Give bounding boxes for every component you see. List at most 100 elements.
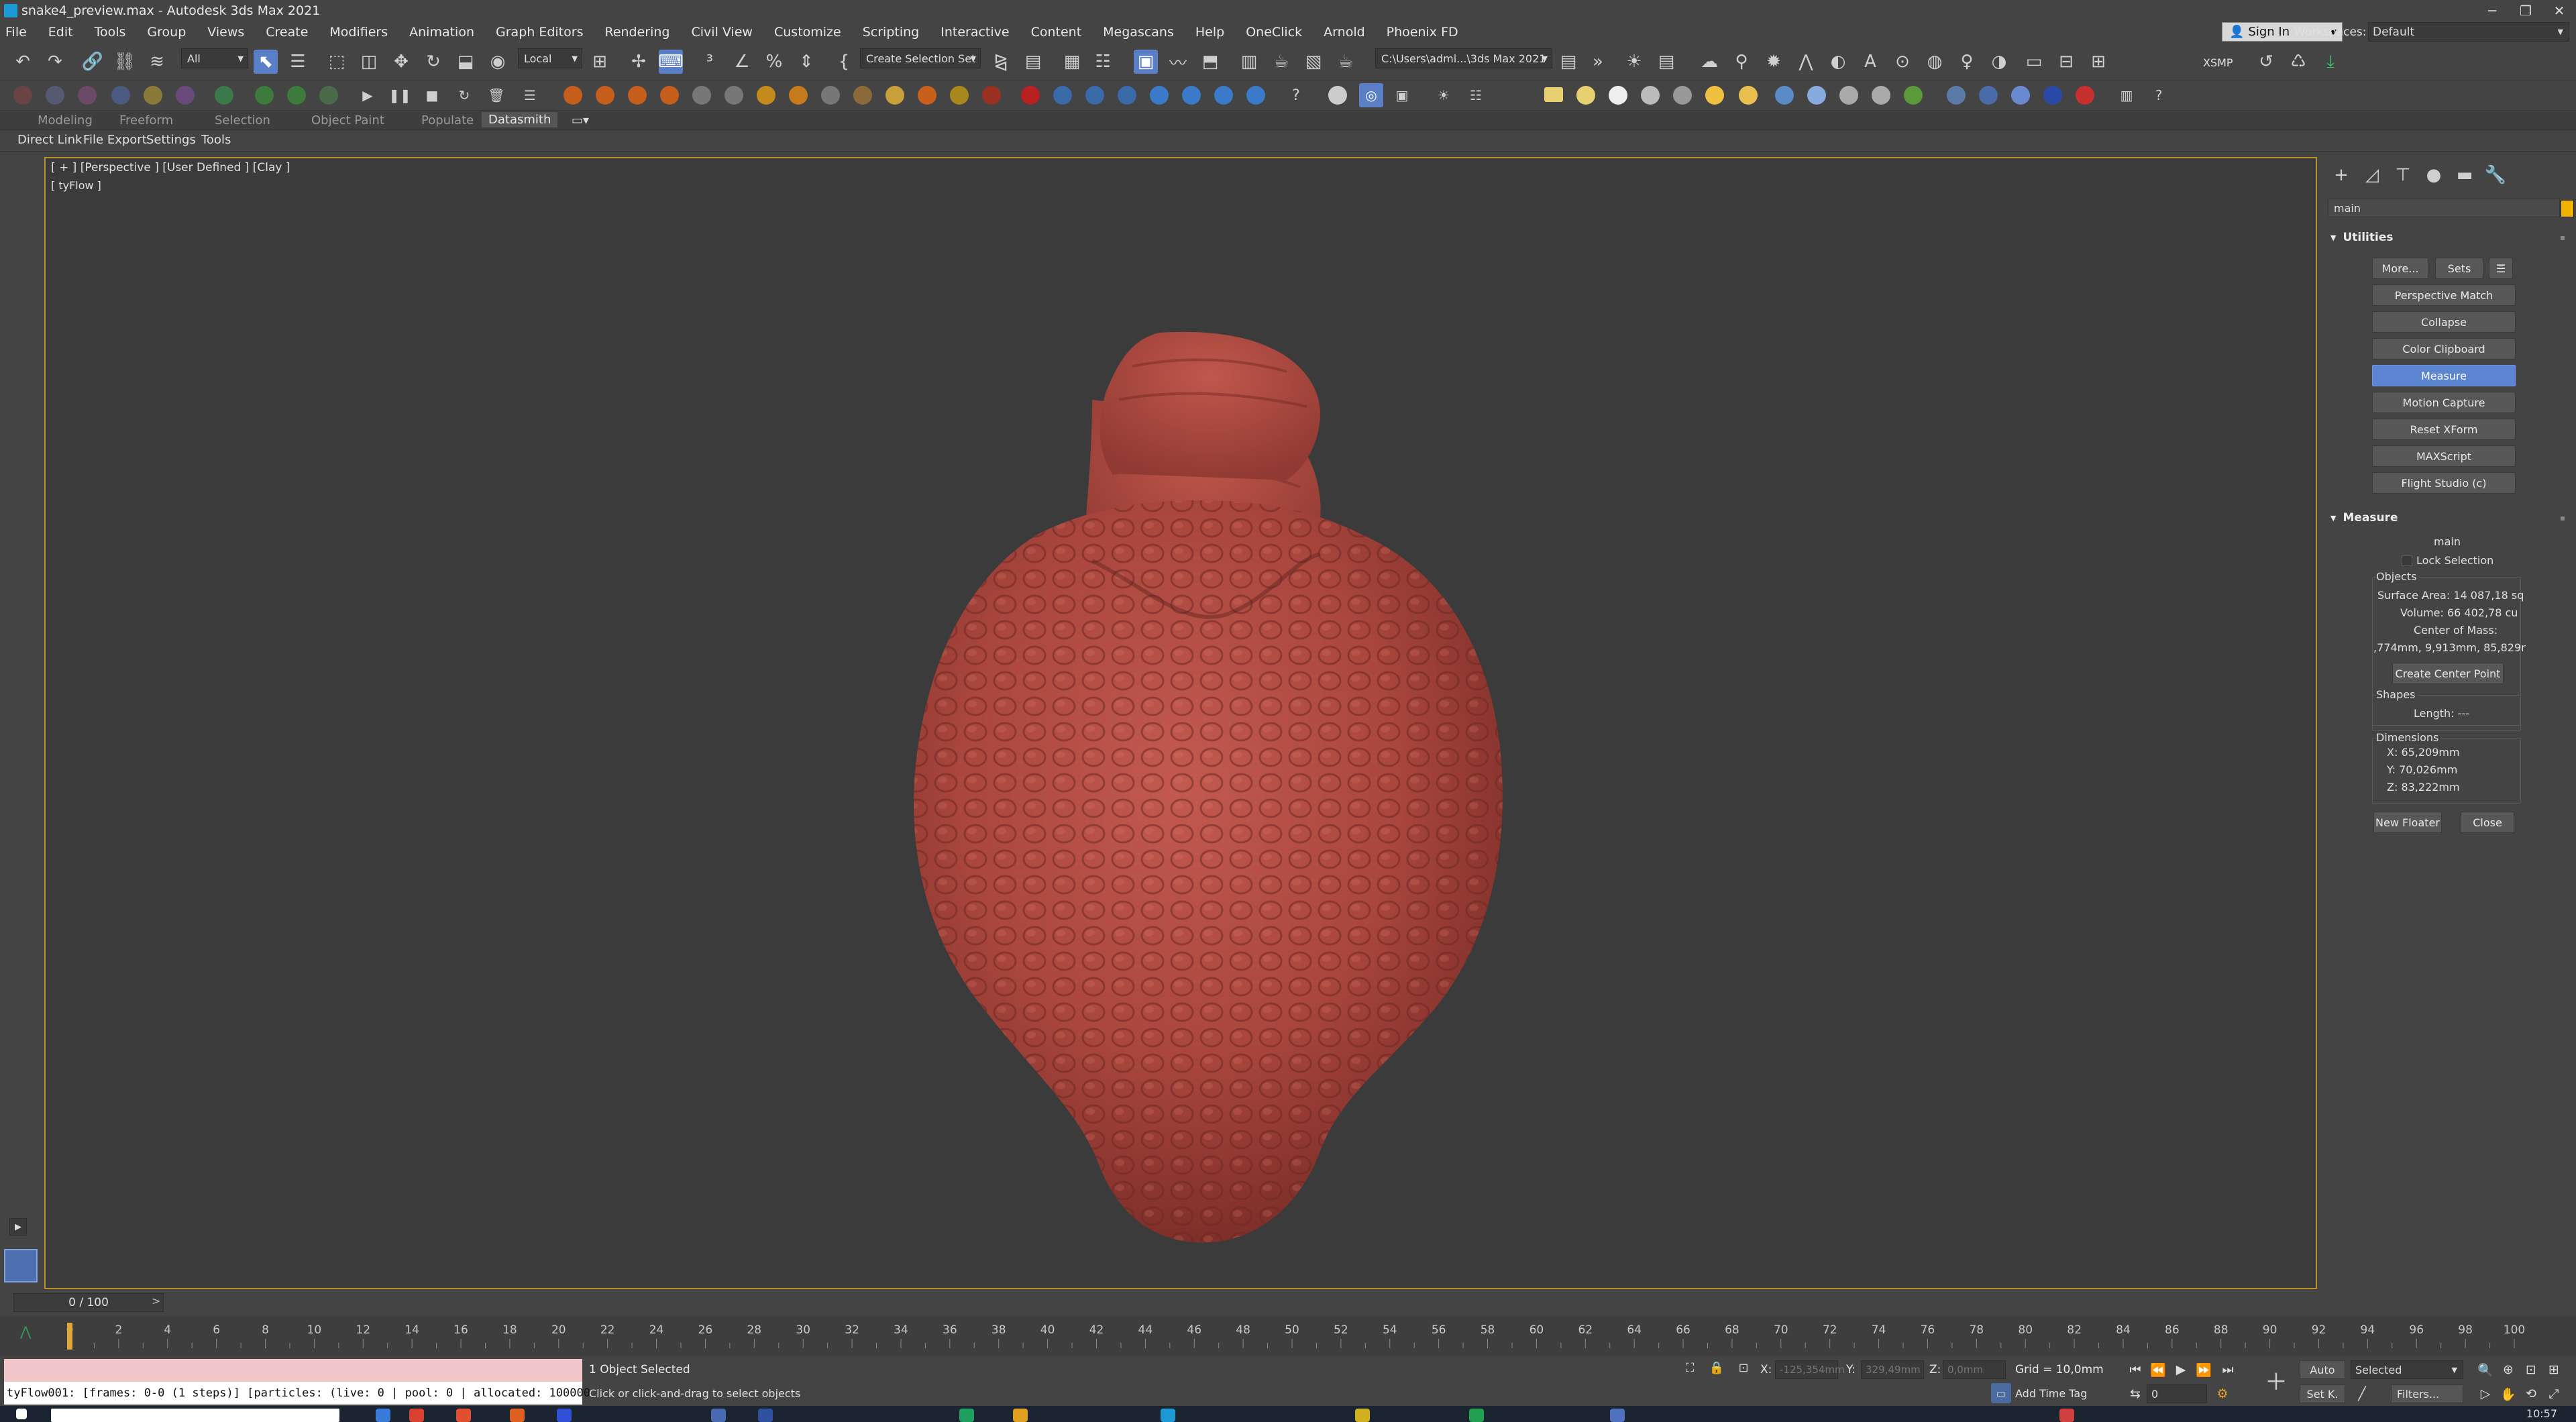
phoenix-foam-icon[interactable]: ⊙	[1890, 50, 1915, 74]
toggle-layer-explorer-icon[interactable]: ☷	[1091, 50, 1115, 74]
rendered-frame-window-icon[interactable]: ▧	[1301, 50, 1326, 74]
key-filters-button[interactable]: Filters...	[2391, 1384, 2463, 1403]
fire-preset-icon[interactable]	[628, 86, 647, 105]
collapse-button[interactable]: Collapse	[2372, 311, 2516, 333]
smoke-icon[interactable]	[821, 86, 840, 105]
create-tab-icon[interactable]: +	[2329, 164, 2353, 186]
taskbar-app-icon[interactable]	[711, 1409, 726, 1422]
fountain-icon[interactable]	[1150, 86, 1169, 105]
phoenix-bulb-icon[interactable]: ♀	[1955, 50, 1979, 74]
rectangular-selection-icon[interactable]: ⬚	[325, 50, 349, 74]
liquid-source-icon[interactable]	[1053, 86, 1072, 105]
phoenix-fire-smoke-icon[interactable]: ☁	[1697, 50, 1721, 74]
play-animation-icon[interactable]: ▶	[2171, 1360, 2191, 1379]
motion-tab-icon[interactable]: ●	[2422, 164, 2446, 186]
taskbar-app-icon[interactable]	[2059, 1409, 2074, 1422]
phoenix-ocean-icon[interactable]: ◐	[1826, 50, 1850, 74]
redo-icon[interactable]: ↷	[43, 50, 67, 74]
more-utilities-button[interactable]: More...	[2372, 258, 2428, 279]
menu-rendering[interactable]: Rendering	[604, 25, 669, 40]
close-window-button[interactable]: ✕	[2542, 0, 2576, 21]
tab-datasmith[interactable]: Datasmith	[482, 112, 558, 127]
new-floater-button[interactable]: New Floater	[2373, 812, 2442, 833]
taskbar-app-icon[interactable]	[376, 1409, 390, 1422]
bind-space-warp-icon[interactable]: ≋	[145, 50, 169, 74]
taskbar-app-icon[interactable]	[1469, 1409, 1484, 1422]
menu-views[interactable]: Views	[207, 25, 244, 40]
time-tag-icon[interactable]: ▭	[1991, 1383, 2011, 1403]
taskbar-app-icon[interactable]	[510, 1409, 525, 1422]
zoom-all-icon[interactable]: ⊕	[2498, 1360, 2518, 1379]
tyflow-scale-icon[interactable]	[287, 86, 306, 105]
vray-sphere-light-icon[interactable]	[1609, 86, 1627, 105]
menu-customize[interactable]: Customize	[774, 25, 841, 40]
menu-interactive[interactable]: Interactive	[941, 25, 1009, 40]
vray-debug-icon[interactable]	[2076, 86, 2094, 105]
key-mode-toggle-icon[interactable]: ⇆	[2125, 1384, 2145, 1403]
bonfire-icon[interactable]	[950, 86, 969, 105]
color-clipboard-button[interactable]: Color Clipboard	[2372, 338, 2516, 360]
workspaces-dropdown[interactable]: Default ▼	[2368, 22, 2569, 42]
stop-icon[interactable]: ■	[420, 83, 444, 107]
waterfall-icon[interactable]	[1182, 86, 1201, 105]
minimize-button[interactable]: ─	[2475, 0, 2509, 21]
curve-editor-icon[interactable]: 〰	[1166, 50, 1190, 74]
phoenix-window-icon[interactable]: ▭	[2022, 50, 2046, 74]
taskbar-app-icon[interactable]	[456, 1409, 471, 1422]
y-coord-field[interactable]: 329,49mm	[1861, 1360, 1924, 1379]
vray-light-material-icon[interactable]	[1979, 86, 1998, 105]
mirror-icon[interactable]: ⧎	[989, 50, 1013, 74]
arnold-render-icon[interactable]: ☀	[1622, 50, 1646, 74]
modify-tab-icon[interactable]: ◿	[2360, 164, 2384, 186]
percent-snap-icon[interactable]: %	[762, 50, 786, 74]
zoom-extents-icon[interactable]: ⊡	[2521, 1360, 2541, 1379]
selection-set-dropdown[interactable]: Create Selection Set ▼	[860, 48, 981, 68]
project-folder-icon[interactable]: ▤	[1556, 50, 1580, 74]
wind-icon[interactable]	[692, 86, 711, 105]
time-slider-next-icon[interactable]: >	[152, 1295, 160, 1307]
display-tab-icon[interactable]: ▬	[2453, 164, 2477, 186]
fire-sim-icon[interactable]	[596, 86, 614, 105]
taskbar-app-icon[interactable]	[557, 1409, 572, 1422]
select-rotate-icon[interactable]: ↻	[421, 50, 445, 74]
create-plane-icon[interactable]	[215, 86, 233, 105]
hierarchy-tab-icon[interactable]: ⊤	[2391, 164, 2415, 186]
vray-scatter-icon[interactable]	[1904, 86, 1923, 105]
menu-edit[interactable]: Edit	[48, 25, 73, 40]
taskbar-app-icon[interactable]	[409, 1409, 424, 1422]
maxscript-listener-output[interactable]: tyFlow001: [frames: 0-0 (1 steps)] [part…	[4, 1382, 590, 1405]
taskbar-app-icon[interactable]	[758, 1409, 773, 1422]
windows-start-icon[interactable]	[16, 1409, 27, 1419]
menu-tools[interactable]: Tools	[95, 25, 126, 40]
tab-object-paint[interactable]: Object Paint	[311, 113, 384, 127]
vray-vfb-icon[interactable]: ▣	[1390, 83, 1414, 107]
keyboard-shortcut-icon[interactable]: ⌨	[658, 50, 684, 74]
xsmp-sync-icon[interactable]: ♺	[2286, 50, 2310, 74]
help-icon[interactable]: ?	[1284, 83, 1308, 107]
select-object-icon[interactable]: ⬉	[254, 50, 278, 74]
absolute-mode-icon[interactable]: ⊡	[1733, 1358, 1754, 1378]
go-to-end-icon[interactable]: ⏭	[2218, 1360, 2238, 1379]
create-sphere-icon[interactable]	[46, 86, 64, 105]
vray-dome-light-icon[interactable]	[1576, 86, 1595, 105]
sim-list-icon[interactable]: ☰	[518, 83, 542, 107]
snake-body-mesh[interactable]	[914, 500, 1503, 1243]
set-key-large-icon[interactable]: ＋	[2261, 1364, 2292, 1396]
play-icon[interactable]: ▶	[356, 83, 380, 107]
phoenix-add-icon[interactable]: ⊞	[2086, 50, 2110, 74]
select-move-icon[interactable]: ✥	[389, 50, 413, 74]
phoenix-liquid-icon[interactable]: ⚲	[1729, 50, 1754, 74]
pivot-center-icon[interactable]: ⊞	[588, 50, 612, 74]
taskbar-app-icon[interactable]	[1013, 1409, 1028, 1422]
viewport-layout-thumbnail[interactable]	[4, 1249, 38, 1282]
create-cylinder-icon[interactable]	[78, 86, 97, 105]
current-frame-marker[interactable]	[67, 1323, 72, 1350]
object-color-swatch[interactable]	[2561, 200, 2574, 217]
waves-icon[interactable]	[1246, 86, 1265, 105]
taskbar-3dsmax-icon[interactable]	[1161, 1409, 1175, 1422]
phoenix-run-icon[interactable]: ◑	[1987, 50, 2011, 74]
vray-cam-icon[interactable]: ☷	[1464, 83, 1488, 107]
tab-selection[interactable]: Selection	[215, 113, 270, 127]
vray-blend-icon[interactable]	[2043, 86, 2062, 105]
reference-coord-dropdown[interactable]: Local ▼	[518, 48, 582, 68]
